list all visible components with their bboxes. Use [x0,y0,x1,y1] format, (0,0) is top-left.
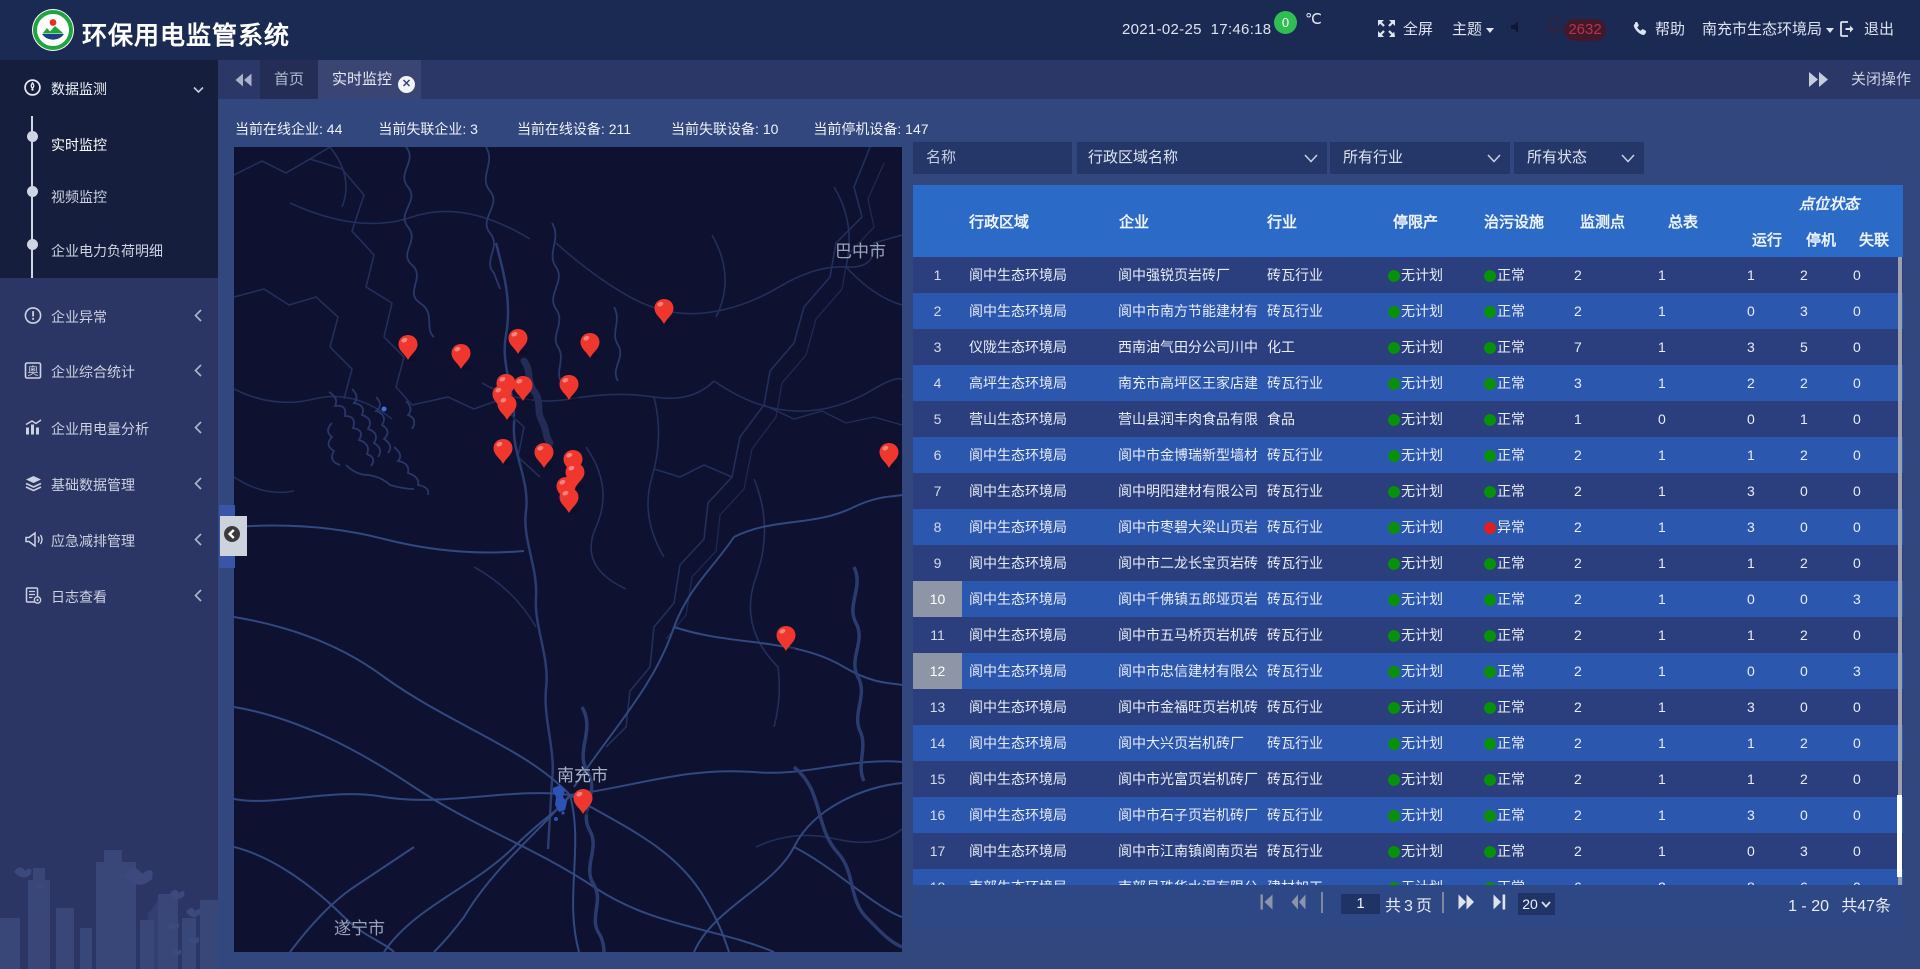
svg-text:奥: 奥 [28,364,39,378]
svg-text:南充市: 南充市 [557,766,608,785]
svg-text:遂宁市: 遂宁市 [334,919,385,938]
svg-text:巴中市: 巴中市 [835,242,886,261]
